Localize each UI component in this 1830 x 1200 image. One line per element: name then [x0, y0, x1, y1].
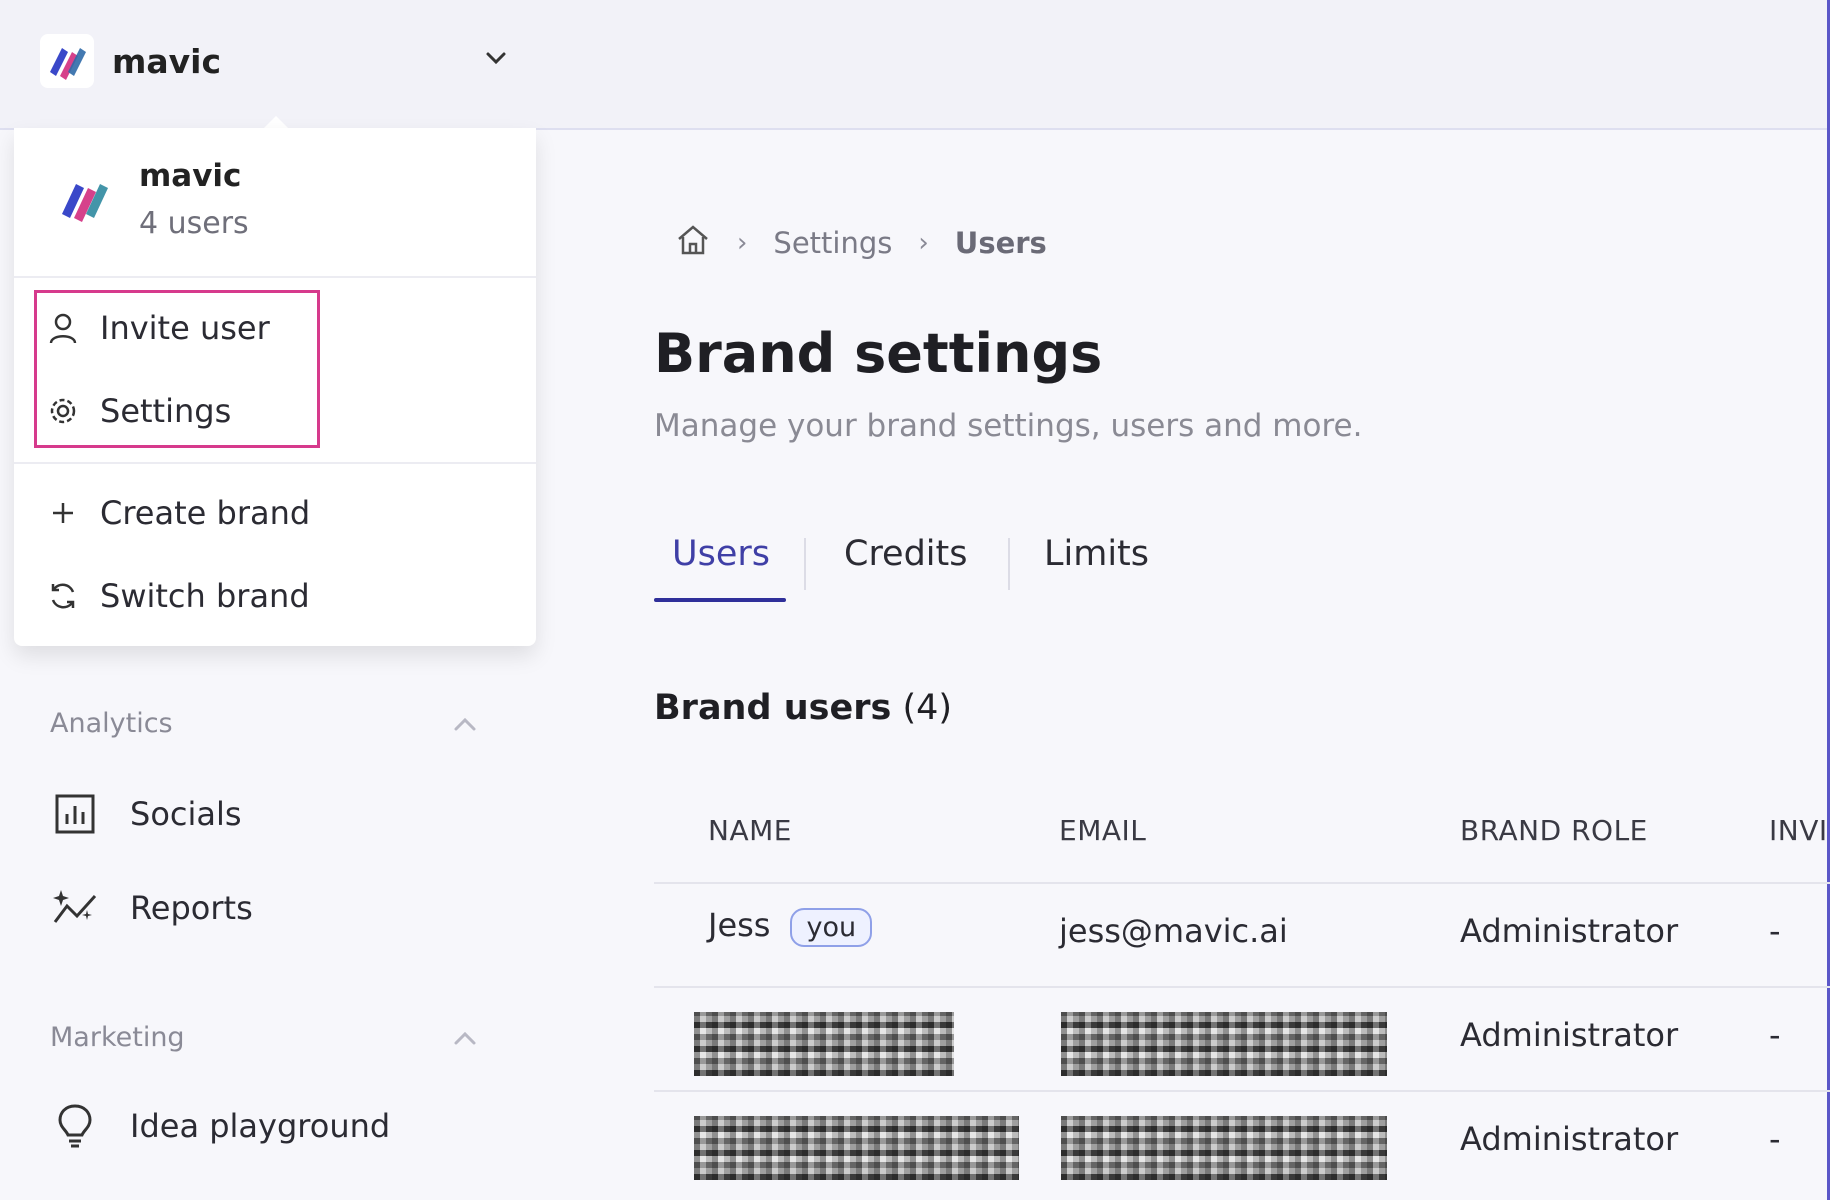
- sidebar-item-idea-playground[interactable]: Idea playground: [50, 1098, 390, 1154]
- user-invited: -: [1769, 1016, 1781, 1054]
- plus-icon: [46, 496, 80, 530]
- brand-users-heading: Brand users (4): [654, 688, 952, 728]
- breadcrumb-separator: ›: [918, 228, 929, 258]
- sparkle-chart-icon: [50, 883, 100, 933]
- tab-users[interactable]: Users: [672, 534, 770, 574]
- sidebar-section-marketing[interactable]: Marketing: [50, 1022, 185, 1053]
- chevron-up-icon[interactable]: [450, 710, 480, 740]
- menu-item-create-brand[interactable]: Create brand: [46, 488, 310, 538]
- column-header-email[interactable]: EMAIL: [1059, 814, 1146, 847]
- you-badge: you: [790, 908, 873, 947]
- bar-chart-icon: [50, 789, 100, 839]
- menu-item-switch-brand[interactable]: Switch brand: [46, 571, 310, 621]
- chevron-up-icon[interactable]: [450, 1024, 480, 1054]
- section-title-text: Brand users: [654, 688, 892, 728]
- user-email: jess@mavic.ai: [1059, 912, 1288, 950]
- page-subtitle: Manage your brand settings, users and mo…: [654, 408, 1363, 444]
- user-name-cell: Jess you: [708, 906, 873, 947]
- page-title: Brand settings: [654, 322, 1103, 385]
- brand-name: mavic: [112, 42, 222, 81]
- dropdown-header: mavic 4 users: [14, 128, 536, 278]
- sidebar-item-socials[interactable]: Socials: [50, 786, 242, 842]
- user-role: Administrator: [1460, 1120, 1679, 1158]
- sidebar-item-label: Reports: [130, 889, 253, 927]
- tab-limits[interactable]: Limits: [1044, 534, 1149, 574]
- breadcrumb: › Settings › Users: [675, 220, 1047, 266]
- breadcrumb-users: Users: [954, 226, 1047, 260]
- section-count: (4): [902, 688, 953, 728]
- brand-switcher[interactable]: mavic: [40, 34, 510, 90]
- user-name: Jess: [708, 906, 771, 944]
- user-role: Administrator: [1460, 1016, 1679, 1054]
- brand-logo: [40, 34, 94, 88]
- sidebar-item-label: Socials: [130, 795, 242, 833]
- breadcrumb-separator: ›: [737, 228, 748, 258]
- table-row[interactable]: Jess you jess@mavic.ai Administrator -: [654, 882, 1830, 988]
- sidebar-item-reports[interactable]: Reports: [50, 880, 253, 936]
- user-invited: -: [1769, 912, 1781, 950]
- dropdown-brand-name: mavic: [139, 158, 242, 194]
- redacted-name: [694, 1116, 1019, 1180]
- redacted-email: [1061, 1116, 1387, 1180]
- column-header-invited[interactable]: INVI: [1769, 814, 1828, 847]
- brand-logo: [54, 172, 118, 228]
- highlight-box: [34, 290, 320, 448]
- user-invited: -: [1769, 1120, 1781, 1158]
- redacted-email: [1061, 1012, 1387, 1076]
- breadcrumb-settings[interactable]: Settings: [773, 226, 892, 260]
- top-bar: mavic: [0, 0, 1827, 130]
- active-tab-indicator: [654, 598, 786, 602]
- lightbulb-icon: [50, 1101, 100, 1151]
- tab-divider: [1008, 538, 1010, 590]
- tab-credits[interactable]: Credits: [844, 534, 968, 574]
- column-header-name[interactable]: NAME: [708, 814, 792, 847]
- dropdown-user-count: 4 users: [139, 206, 249, 241]
- table-row[interactable]: Administrator -: [654, 986, 1830, 1092]
- column-header-brand-role[interactable]: BRAND ROLE: [1460, 814, 1648, 847]
- sidebar-section-analytics[interactable]: Analytics: [50, 708, 173, 739]
- home-icon[interactable]: [675, 222, 711, 265]
- tab-divider: [804, 538, 806, 590]
- menu-divider: [14, 462, 536, 464]
- chevron-down-icon[interactable]: [482, 44, 510, 72]
- brand-dropdown-menu: mavic 4 users Invite user Settings Creat…: [14, 128, 536, 646]
- user-role: Administrator: [1460, 912, 1679, 950]
- menu-item-label: Switch brand: [100, 577, 310, 615]
- menu-item-label: Create brand: [100, 494, 311, 532]
- redacted-name: [694, 1012, 954, 1076]
- table-row[interactable]: Administrator -: [654, 1090, 1830, 1196]
- refresh-icon: [46, 579, 80, 613]
- sidebar-item-label: Idea playground: [130, 1107, 391, 1145]
